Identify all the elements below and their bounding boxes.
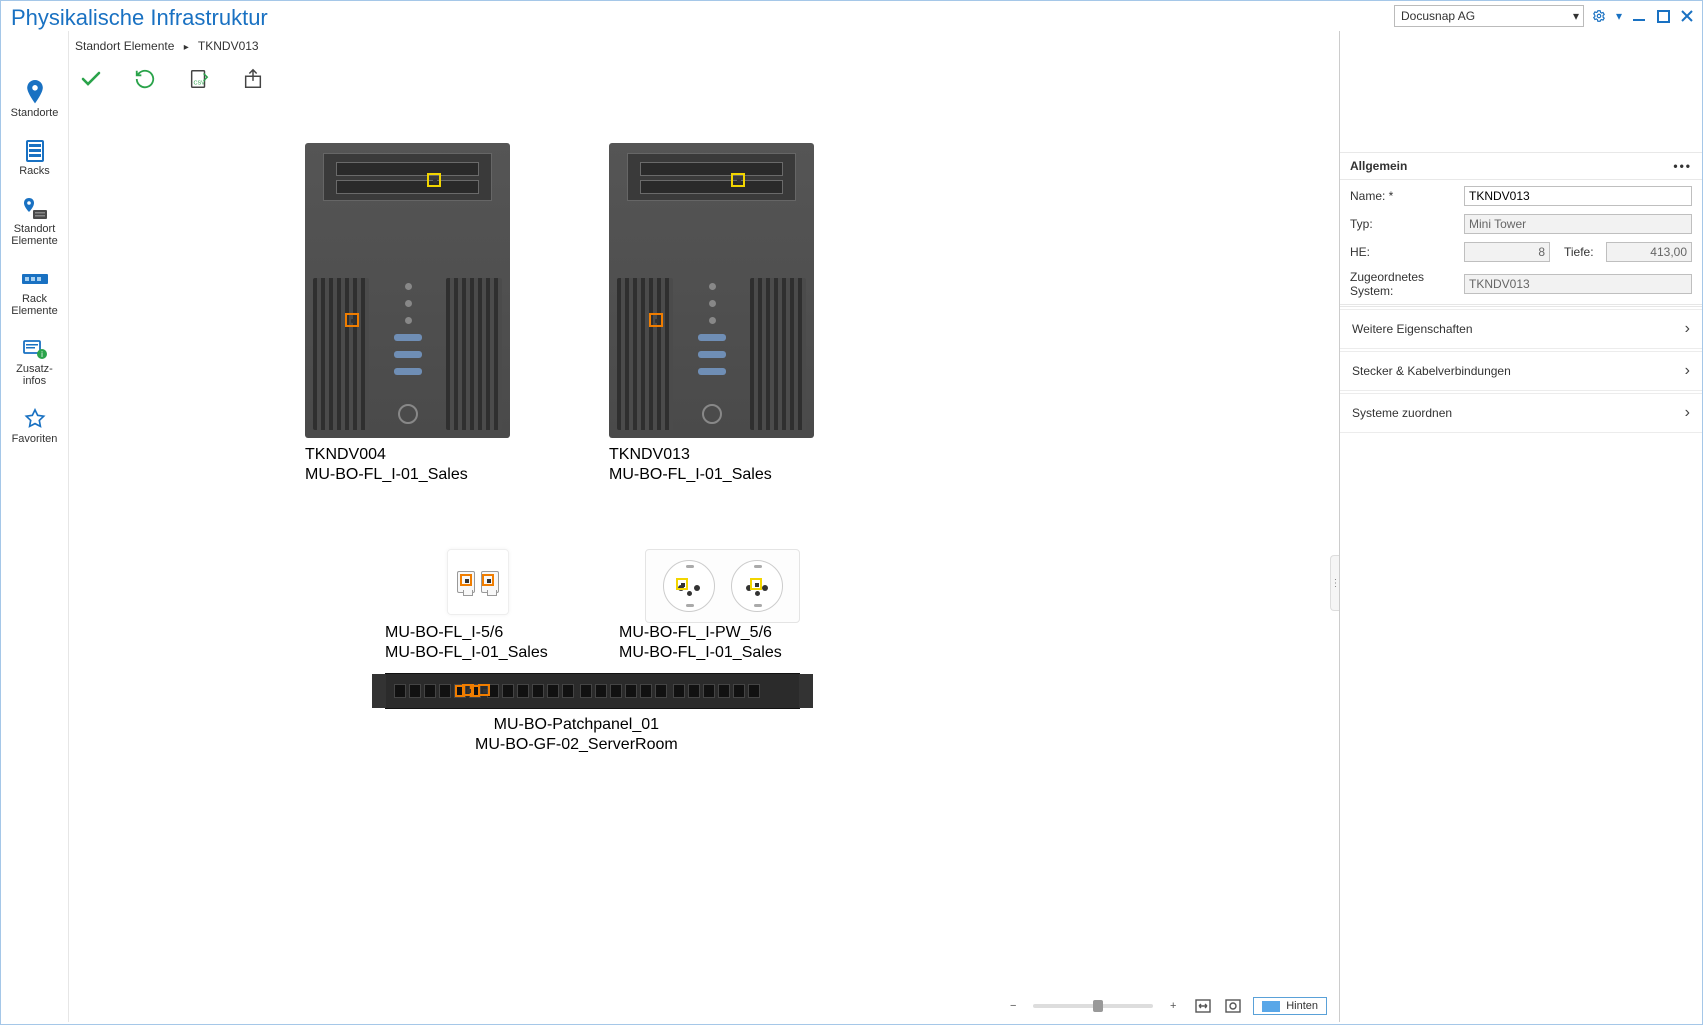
device-tower[interactable]: [609, 143, 814, 438]
panel-collapse-handle[interactable]: ⋮: [1330, 555, 1339, 611]
power-outlet[interactable]: [645, 549, 800, 623]
maximize-icon[interactable]: [1654, 7, 1672, 25]
svg-text:CSV: CSV: [194, 81, 206, 87]
chevron-right-icon: ›: [1685, 362, 1690, 380]
patchpanel[interactable]: [385, 673, 800, 709]
section-label: Stecker & Kabelverbindungen: [1352, 364, 1511, 378]
port-icon[interactable]: [482, 574, 494, 586]
section-label: Weitere Eigenschaften: [1352, 322, 1473, 336]
device-label: MU-BO-Patchpanel_01 MU-BO-GF-02_ServerRo…: [475, 715, 678, 755]
topology-canvas[interactable]: TKNDV004 MU-BO-FL_I-01_Sales: [69, 101, 1339, 1022]
close-icon[interactable]: [1678, 7, 1696, 25]
port-icon[interactable]: [462, 684, 474, 696]
port-icon[interactable]: [750, 578, 762, 590]
minimize-icon[interactable]: [1630, 7, 1648, 25]
nav-label: StandortElemente: [11, 223, 57, 247]
breadcrumb-item[interactable]: TKNDV013: [198, 39, 259, 53]
chevron-down-icon[interactable]: ▾: [1614, 7, 1624, 25]
rack-icon: [21, 139, 49, 163]
view-side-label: Hinten: [1286, 1000, 1318, 1012]
nav-rack-elemente[interactable]: RackElemente: [5, 267, 65, 317]
diagram-toolbar: CSV: [69, 59, 1339, 101]
zoom-out-button[interactable]: −: [1003, 996, 1023, 1016]
location-elements-icon: [21, 197, 49, 221]
nav-label: Zusatz-infos: [16, 363, 53, 387]
section-assign-systems[interactable]: Systeme zuordnen ›: [1340, 393, 1702, 433]
gear-icon[interactable]: [1590, 7, 1608, 25]
fit-width-icon[interactable]: [1193, 996, 1213, 1016]
port-icon[interactable]: [731, 173, 745, 187]
panel-heading: Allgemein: [1350, 159, 1407, 173]
device-label: TKNDV004 MU-BO-FL_I-01_Sales: [305, 445, 468, 485]
zoom-bar: − + Hinten: [1003, 996, 1327, 1016]
fit-page-icon[interactable]: [1223, 996, 1243, 1016]
field-label: Zugeordnetes System:: [1350, 270, 1458, 298]
section-label: Systeme zuordnen: [1352, 406, 1452, 420]
port-icon[interactable]: [427, 173, 441, 187]
port-icon[interactable]: [460, 574, 472, 586]
port-icon[interactable]: [649, 313, 663, 327]
field-label: Typ:: [1350, 217, 1458, 231]
nav-standort-elemente[interactable]: StandortElemente: [5, 197, 65, 247]
breadcrumb: Standort Elemente ▸ TKNDV013: [69, 31, 1339, 59]
csv-export-button[interactable]: CSV: [185, 65, 213, 93]
svg-text:i: i: [41, 350, 43, 359]
nav-zusatzinfos[interactable]: i Zusatz-infos: [5, 337, 65, 387]
field-label: HE:: [1350, 245, 1458, 259]
nav-standorte[interactable]: Standorte: [5, 81, 65, 119]
name-input[interactable]: [1464, 186, 1692, 206]
zoom-slider[interactable]: [1033, 1004, 1153, 1008]
patch-outlet[interactable]: [447, 549, 509, 615]
properties-panel: Allgemein ••• Name: * Typ: HE: Tiefe:: [1340, 31, 1702, 1022]
organization-value: Docusnap AG: [1401, 9, 1475, 23]
chevron-right-icon: ›: [1685, 404, 1690, 422]
field-label: Name: *: [1350, 189, 1458, 203]
field-label: Tiefe:: [1556, 245, 1600, 259]
nav-label: Favoriten: [12, 433, 58, 445]
chevron-right-icon: ›: [1685, 320, 1690, 338]
port-icon[interactable]: [676, 578, 688, 590]
view-side-toggle[interactable]: Hinten: [1253, 997, 1327, 1015]
he-input: [1464, 242, 1550, 262]
zoom-in-button[interactable]: +: [1163, 996, 1183, 1016]
nav-favoriten[interactable]: Favoriten: [5, 407, 65, 445]
nav-label: RackElemente: [11, 293, 57, 317]
depth-input: [1606, 242, 1692, 262]
device-label: MU-BO-FL_I-5/6 MU-BO-FL_I-01_Sales: [385, 623, 548, 663]
rack-elements-icon: [21, 267, 49, 291]
device-label: TKNDV013 MU-BO-FL_I-01_Sales: [609, 445, 772, 485]
nav-label: Standorte: [11, 107, 59, 119]
more-icon[interactable]: •••: [1673, 159, 1692, 173]
section-more-properties[interactable]: Weitere Eigenschaften ›: [1340, 309, 1702, 349]
chevron-down-icon: ▾: [1573, 9, 1579, 23]
assigned-system-input: [1464, 274, 1692, 294]
nav-racks[interactable]: Racks: [5, 139, 65, 177]
export-button[interactable]: [239, 65, 267, 93]
left-nav: Standorte Racks StandortElemente RackEle…: [1, 31, 69, 1022]
port-icon[interactable]: [478, 684, 490, 696]
device-label: MU-BO-FL_I-PW_5/6 MU-BO-FL_I-01_Sales: [619, 623, 782, 663]
star-icon: [21, 407, 49, 431]
breadcrumb-item[interactable]: Standort Elemente: [75, 39, 174, 53]
organization-dropdown[interactable]: Docusnap AG ▾: [1394, 5, 1584, 27]
type-input: [1464, 214, 1692, 234]
refresh-button[interactable]: [131, 65, 159, 93]
port-icon[interactable]: [345, 313, 359, 327]
nav-label: Racks: [19, 165, 50, 177]
pin-icon: [21, 81, 49, 105]
breadcrumb-separator-icon: ▸: [184, 42, 189, 53]
device-tower[interactable]: [305, 143, 510, 438]
section-connectors[interactable]: Stecker & Kabelverbindungen ›: [1340, 351, 1702, 391]
apply-button[interactable]: [77, 65, 105, 93]
info-icon: i: [21, 337, 49, 361]
page-title: Physikalische Infrastruktur: [7, 5, 268, 31]
